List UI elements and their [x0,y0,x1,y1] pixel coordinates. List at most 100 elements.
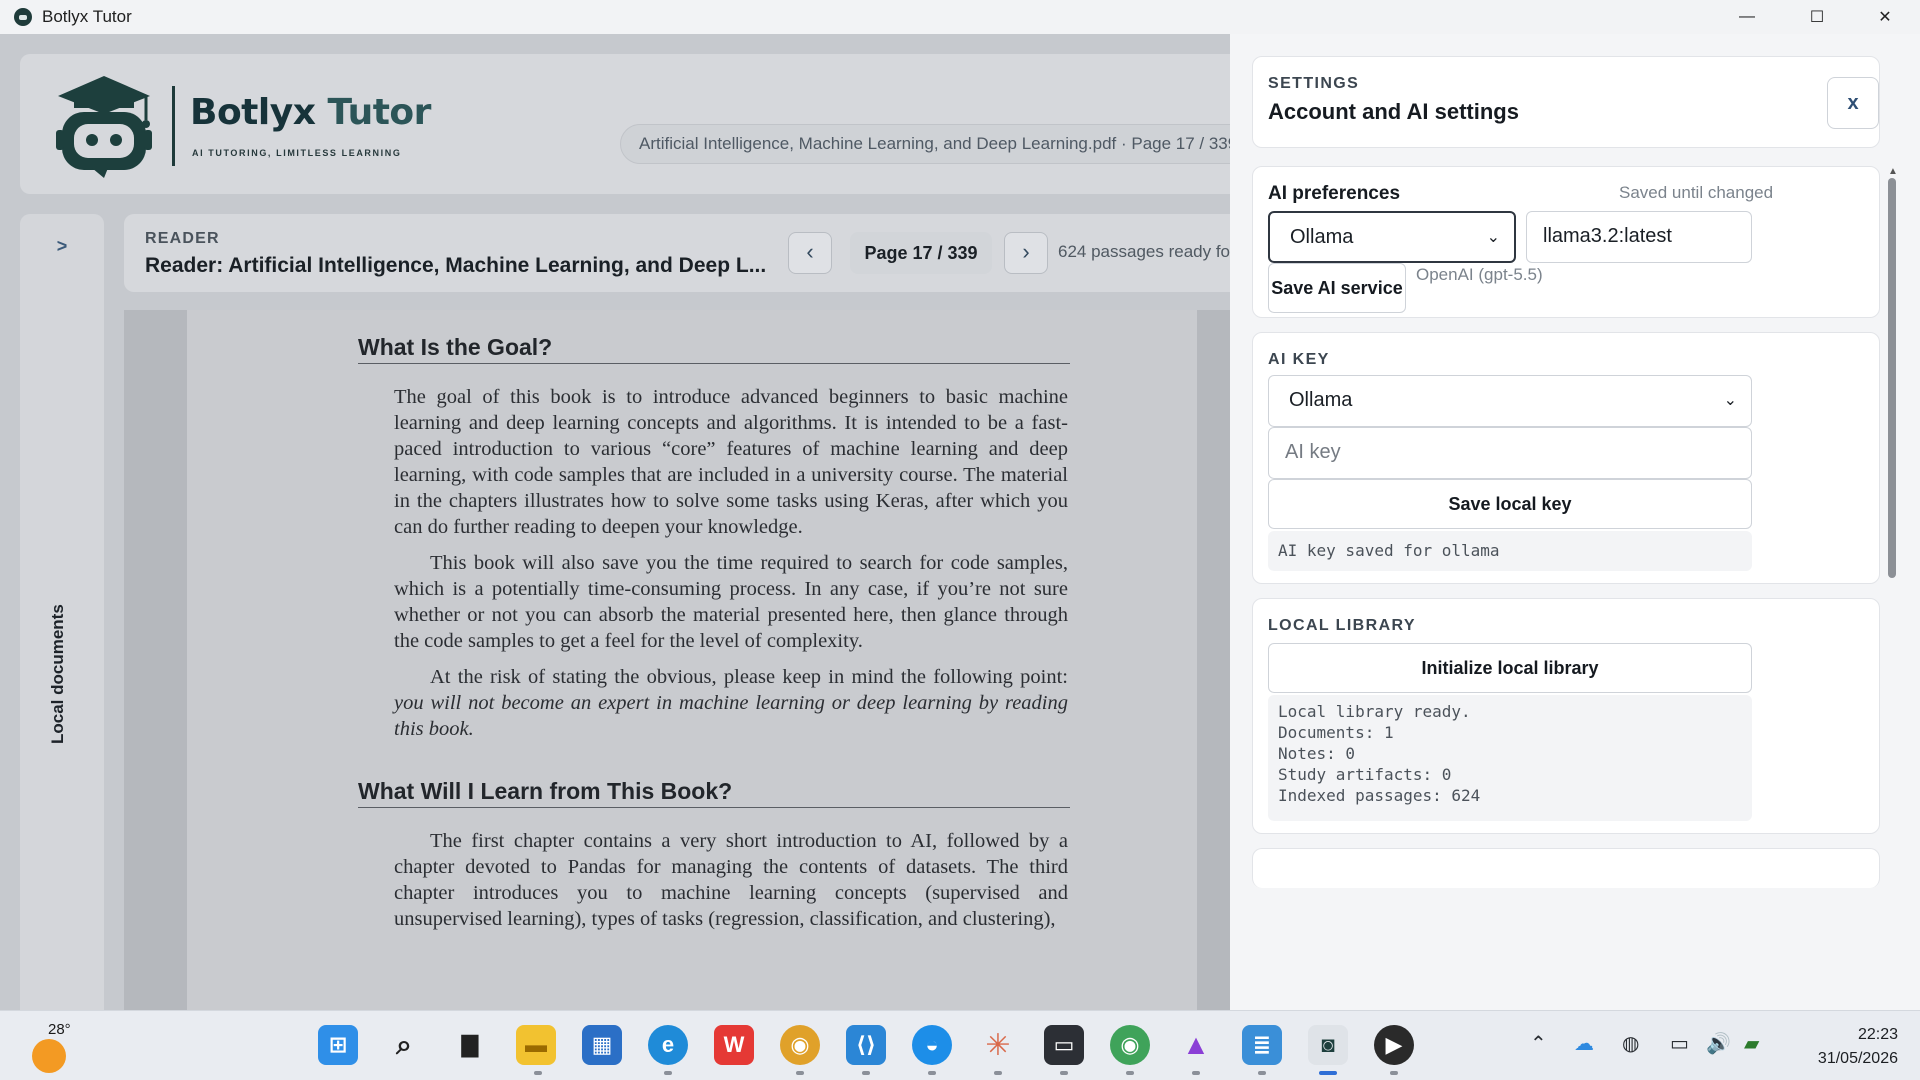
show-hidden-icons-chevron-icon[interactable]: ⌃ [1530,1031,1547,1056]
running-indicator [1126,1071,1134,1075]
page-indicator: Page 17 / 339 [850,232,992,274]
running-indicator [994,1071,1002,1075]
clock-time: 22:23 [1857,1026,1898,1043]
file-explorer-icon[interactable]: ▬ [516,1025,556,1065]
maximize-button[interactable]: ☐ [1786,0,1848,34]
close-settings-button[interactable]: x [1827,77,1879,129]
passages-status: 624 passages ready for [1058,242,1230,261]
ai-preferences-status: Saved until changed [1619,183,1774,202]
sidebar-expand-button[interactable]: > [40,236,84,266]
ai-key-card: AI KEY Ollama ⌄ AI key Save local key AI… [1252,332,1880,584]
save-ai-service-button[interactable]: Save AI service [1268,263,1406,313]
chrome-profile-a-icon[interactable]: ◉ [780,1025,820,1065]
weather-widget[interactable]: 28° [30,1021,82,1073]
search-icon[interactable]: ⌕ [384,1025,424,1065]
microsoft-store-icon[interactable]: ▦ [582,1025,622,1065]
ai-key-kicker: AI KEY [1268,351,1330,368]
chrome-profile-h-icon[interactable]: ◉ [1110,1025,1150,1065]
pdf-heading: What Is the Goal? [358,334,1070,364]
settings-header: SETTINGS Account and AI settings x [1252,56,1880,148]
initialize-library-button[interactable]: Initialize local library [1268,643,1752,693]
ai-provider-select[interactable]: Ollama ⌄ [1268,211,1516,263]
sidebar-label[interactable]: Local documents [48,604,68,744]
scrollbar-thumb[interactable] [1888,178,1896,578]
running-indicator [1192,1071,1200,1075]
next-page-button[interactable]: › [1004,232,1048,274]
settings-kicker: SETTINGS [1268,75,1360,92]
window-title: Botlyx Tutor [42,7,132,26]
running-indicator [1390,1071,1398,1075]
app-header: Botlyx Tutor AI TUTORING, LIMITLESS LEAR… [20,54,1230,194]
running-indicator [796,1071,804,1075]
pdf-page: What Is the Goal? The goal of this book … [187,310,1197,1010]
logo-tagline: AI TUTORING, LIMITLESS LEARNING [192,148,402,158]
ai-key-input[interactable]: AI key [1268,427,1752,479]
logo-divider [172,86,175,166]
ai-key-status: AI key saved for ollama [1268,531,1752,571]
pdf-paragraph: At the risk of stating the obvious, plea… [394,666,1068,740]
ai-model-input[interactable]: llama3.2:latest [1526,211,1752,263]
pdf-paragraph: This book will also save you the time re… [394,552,1068,652]
main-area: Botlyx Tutor AI TUTORING, LIMITLESS LEAR… [0,34,1230,1010]
reader-kicker: READER [145,230,220,247]
terminal-icon[interactable]: ▭ [1044,1025,1084,1065]
pdf-page-content: What Is the Goal? The goal of this book … [358,334,1070,942]
library-status: Local library ready. Documents: 1 Notes:… [1268,695,1752,821]
close-window-button[interactable]: ✕ [1854,0,1916,34]
taskbar: 28° ⊞ ⌕ ▇ ▬ ▦ e W ◉ ⟨⟩ ◒ ✳ ▭ ◉ ▲ ≣ ◙ ▶ ⌃… [0,1010,1920,1080]
pdf-paragraph: The goal of this book is to introduce ad… [394,386,1068,538]
settings-title: Account and AI settings [1268,99,1519,124]
ai-preferences-title: AI preferences [1268,183,1401,204]
volume-icon[interactable]: 🔊 [1706,1031,1731,1056]
ai-key-provider-select[interactable]: Ollama ⌄ [1268,375,1752,427]
title-bar: Botlyx Tutor — ☐ ✕ [0,0,1920,34]
display-icon[interactable]: ▭ [1670,1031,1689,1056]
pdf-heading: What Will I Learn from This Book? [358,778,1070,808]
running-indicator [1258,1071,1266,1075]
claude-icon[interactable]: ✳ [978,1025,1018,1065]
active-app-indicator [1319,1071,1337,1075]
task-view-icon[interactable]: ▇ [450,1025,490,1065]
docker-icon[interactable]: ◒ [912,1025,952,1065]
documents-sidebar: > Local documents [20,214,104,1010]
settings-panel: SETTINGS Account and AI settings x AI pr… [1230,34,1920,1010]
minimize-button[interactable]: — [1716,0,1778,34]
media-player-icon[interactable]: ▶ [1374,1025,1414,1065]
ai-fallback-note: OpenAI (gpt-5.5) [1416,265,1543,284]
battery-icon[interactable]: ▰ [1744,1031,1759,1056]
scroll-up-arrow-icon[interactable]: ▲ [1888,166,1898,177]
running-indicator [534,1071,542,1075]
running-indicator [1060,1071,1068,1075]
running-indicator [928,1071,936,1075]
logo-robot-icon [56,76,152,178]
document-pill: Artificial Intelligence, Machine Learnin… [620,124,1230,164]
system-clock[interactable]: 22:23 31/05/2026 [1790,1023,1898,1071]
affinity-icon[interactable]: ▲ [1176,1025,1216,1065]
local-library-kicker: LOCAL LIBRARY [1268,617,1416,634]
pdf-paragraph: The first chapter contains a very short … [394,830,1068,930]
botlyx-tutor-icon[interactable]: ◙ [1308,1025,1348,1065]
clock-date: 31/05/2026 [1817,1050,1898,1067]
windows-start-icon[interactable]: ⊞ [318,1025,358,1065]
chevron-down-icon: ⌄ [1723,392,1737,409]
reader-title: Reader: Artificial Intelligence, Machine… [145,254,767,277]
vscode-icon[interactable]: ⟨⟩ [846,1025,886,1065]
reader-toolbar: READER Reader: Artificial Intelligence, … [124,214,1230,292]
chevron-down-icon: ⌄ [1486,229,1500,246]
local-library-card: LOCAL LIBRARY Initialize local library L… [1252,598,1880,834]
onedrive-icon[interactable]: ☁ [1574,1031,1594,1056]
edge-icon[interactable]: e [648,1025,688,1065]
next-settings-card [1252,848,1880,888]
weather-sun-icon [32,1039,66,1073]
wps-office-icon[interactable]: W [714,1025,754,1065]
notepad-icon[interactable]: ≣ [1242,1025,1282,1065]
running-indicator [664,1071,672,1075]
prev-page-button[interactable]: ‹ [788,232,832,274]
pdf-viewer[interactable]: What Is the Goal? The goal of this book … [124,310,1230,1010]
save-local-key-button[interactable]: Save local key [1268,479,1752,529]
network-icon[interactable]: ◍ [1622,1031,1639,1056]
weather-temperature: 28° [48,1021,71,1038]
settings-scrollbar[interactable]: ▲ [1888,166,1898,1006]
logo-wordmark: Botlyx Tutor [190,92,431,133]
running-indicator [862,1071,870,1075]
